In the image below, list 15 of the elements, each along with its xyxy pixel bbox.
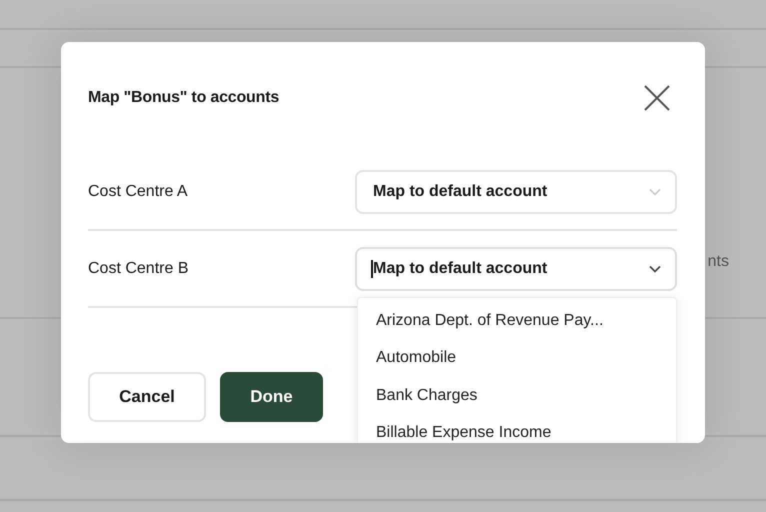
menu-option[interactable]: Bank Charges — [358, 377, 676, 414]
background-text: nts — [708, 253, 729, 271]
done-button[interactable]: Done — [220, 372, 323, 422]
chevron-down-icon — [649, 188, 661, 196]
menu-option[interactable]: Automobile — [358, 340, 676, 377]
menu-option[interactable]: Arizona Dept. of Revenue Pay... — [358, 302, 676, 340]
account-dropdown[interactable]: Map to default account — [355, 170, 677, 214]
row-label: Cost Centre B — [88, 260, 188, 278]
close-icon[interactable] — [642, 83, 672, 113]
menu-option[interactable]: Billable Expense Income — [358, 414, 676, 443]
account-dropdown[interactable]: Map to default account — [355, 246, 677, 290]
chevron-down-icon — [649, 264, 661, 272]
cancel-button[interactable]: Cancel — [88, 372, 206, 422]
row-label: Cost Centre A — [88, 182, 188, 200]
dialog-title: Map "Bonus" to accounts — [88, 89, 280, 107]
